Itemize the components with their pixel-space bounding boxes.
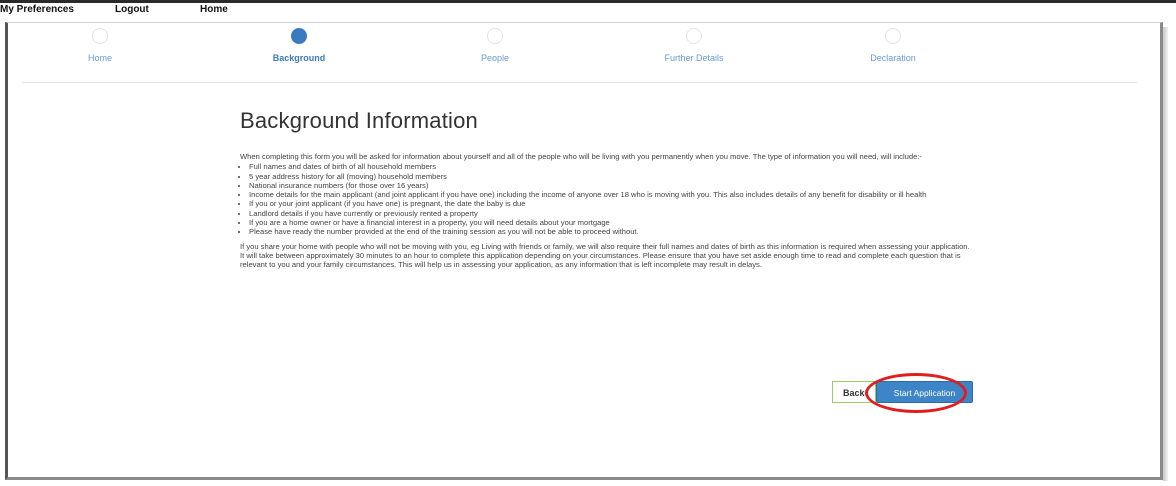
- step-circle-icon: [92, 28, 108, 44]
- instructions-text: When completing this form you will be as…: [240, 152, 970, 270]
- list-item: Full names and dates of birth of all hou…: [249, 162, 970, 171]
- requirements-list: Full names and dates of birth of all hou…: [240, 162, 970, 236]
- step-circle-icon: [885, 28, 901, 44]
- closing-paragraph: If you share your home with people who w…: [240, 241, 970, 270]
- list-item: Please have ready the number provided at…: [249, 227, 970, 236]
- top-navigation: My Preferences Logout Home: [0, 3, 1176, 19]
- step-label: Home: [87, 53, 112, 63]
- list-item: If you are a home owner or have a financ…: [249, 218, 970, 227]
- list-item: If you or your joint applicant (if you h…: [249, 199, 970, 208]
- step-people[interactable]: People: [435, 28, 555, 63]
- step-label: Declaration: [870, 53, 916, 63]
- step-background[interactable]: Background: [239, 28, 359, 63]
- list-item: 5 year address history for all (moving) …: [249, 172, 970, 181]
- intro-paragraph: When completing this form you will be as…: [240, 152, 922, 161]
- step-circle-icon: [686, 28, 702, 44]
- nav-my-preferences[interactable]: My Preferences: [0, 4, 74, 15]
- back-button[interactable]: Back: [832, 381, 876, 403]
- step-home[interactable]: Home: [40, 28, 160, 63]
- main-content: Background Information When completing t…: [240, 108, 970, 270]
- page-title: Background Information: [240, 108, 478, 133]
- step-circle-icon: [487, 28, 503, 44]
- step-declaration[interactable]: Declaration: [833, 28, 953, 63]
- list-item: Income details for the main applicant (a…: [249, 190, 970, 199]
- list-item: National insurance numbers (for those ov…: [249, 181, 970, 190]
- nav-logout[interactable]: Logout: [115, 4, 149, 15]
- step-further-details[interactable]: Further Details: [634, 28, 754, 63]
- start-application-button[interactable]: Start Application: [876, 381, 973, 403]
- list-item: Landlord details if you have currently o…: [249, 209, 970, 218]
- nav-home[interactable]: Home: [200, 4, 228, 15]
- progress-stepper: Home Background People Further Details D…: [22, 22, 1137, 83]
- step-label: Background: [272, 53, 326, 63]
- step-label: People: [480, 53, 510, 63]
- step-label: Further Details: [664, 53, 724, 63]
- step-circle-icon: [291, 28, 307, 44]
